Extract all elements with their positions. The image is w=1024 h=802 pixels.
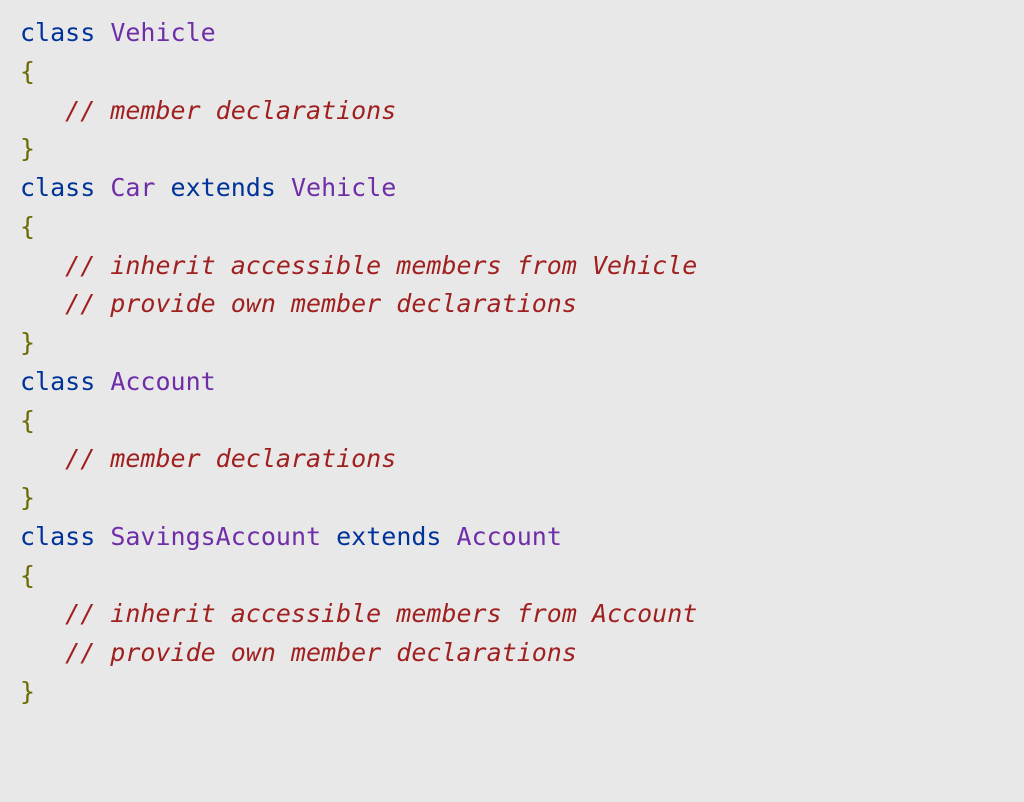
class-name-account: Account [110, 367, 215, 396]
comment: // member declarations [65, 96, 396, 125]
indent [20, 96, 65, 125]
brace-close: } [20, 134, 35, 163]
comment: // provide own member declarations [65, 289, 577, 318]
keyword-class: class [20, 18, 95, 47]
class-name-car: Car [110, 173, 155, 202]
brace-open: { [20, 212, 35, 241]
indent [20, 251, 65, 280]
keyword-extends: extends [336, 522, 441, 551]
comment: // inherit accessible members from Accou… [65, 599, 697, 628]
comment: // provide own member declarations [65, 638, 577, 667]
class-name-vehicle: Vehicle [110, 18, 215, 47]
indent [20, 599, 65, 628]
comment: // inherit accessible members from Vehic… [65, 251, 697, 280]
code-block: class Vehicle { // member declarations }… [20, 14, 1004, 712]
brace-close: } [20, 677, 35, 706]
keyword-class: class [20, 367, 95, 396]
comment: // member declarations [65, 444, 396, 473]
brace-open: { [20, 561, 35, 590]
keyword-class: class [20, 173, 95, 202]
class-name-vehicle: Vehicle [291, 173, 396, 202]
class-name-savings: SavingsAccount [110, 522, 321, 551]
indent [20, 638, 65, 667]
brace-close: } [20, 328, 35, 357]
keyword-extends: extends [171, 173, 276, 202]
brace-open: { [20, 406, 35, 435]
indent [20, 444, 65, 473]
class-name-account: Account [457, 522, 562, 551]
brace-open: { [20, 57, 35, 86]
indent [20, 289, 65, 318]
keyword-class: class [20, 522, 95, 551]
brace-close: } [20, 483, 35, 512]
